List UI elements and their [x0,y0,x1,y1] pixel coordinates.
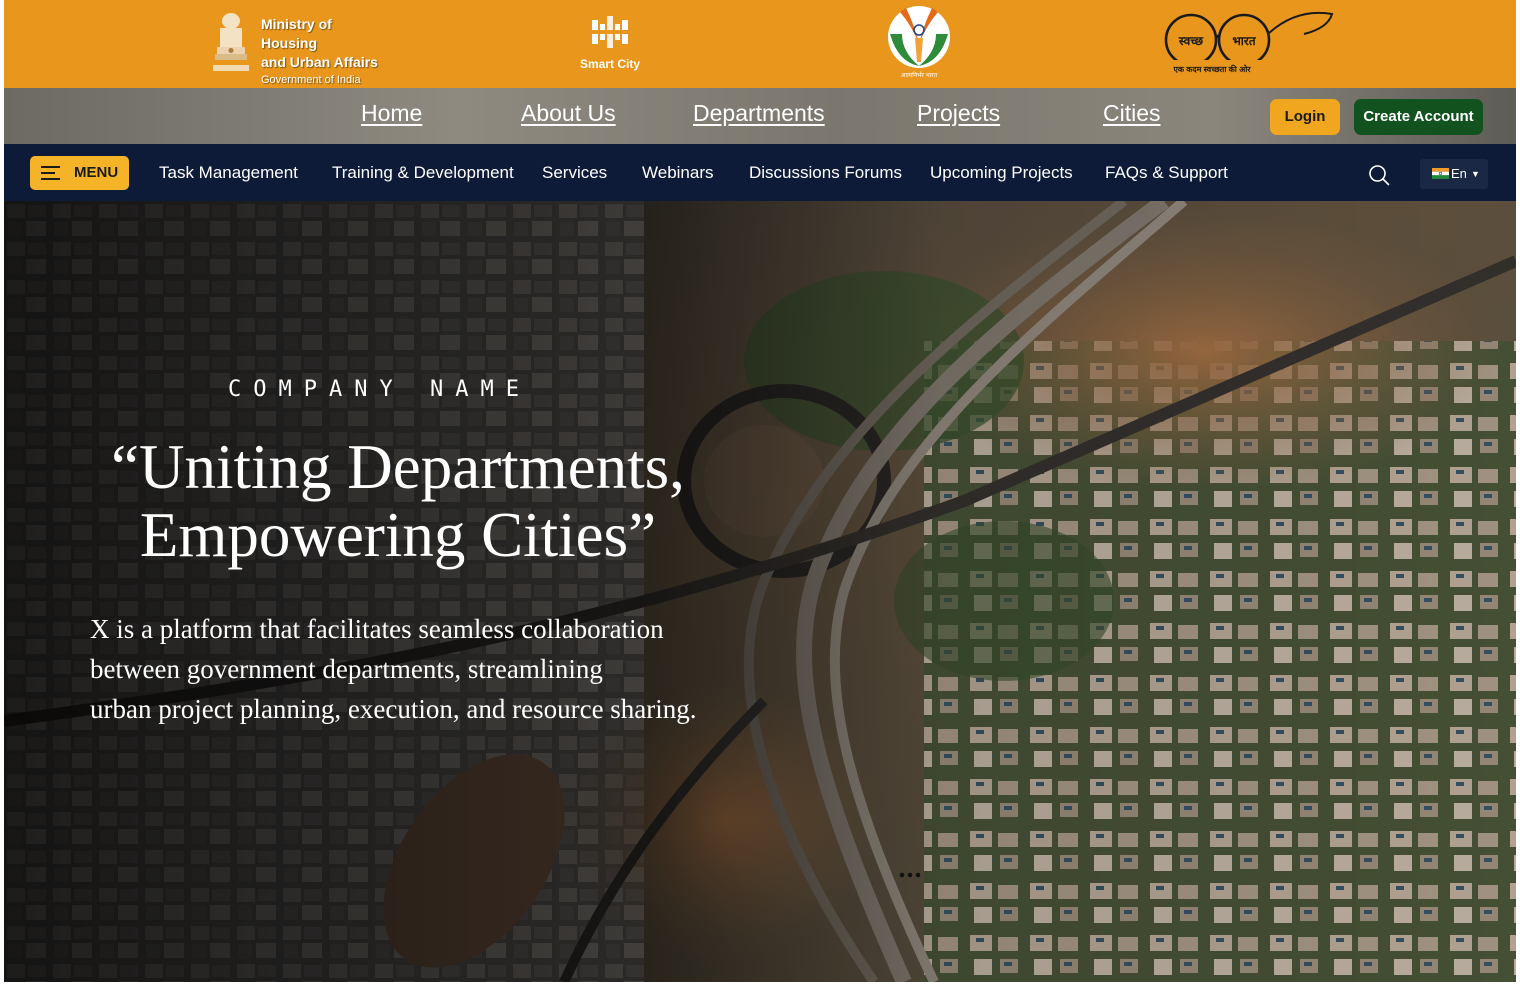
aatmanirbhar-caption: आत्मनिर्भर भारत [900,73,938,79]
swachh-glasses-icon: स्वच्छ भारत [1164,11,1334,60]
main-nav: Home About Us Departments Projects Citie… [4,88,1516,144]
government-label: Government of India [261,74,361,86]
swachh-word-1: स्वच्छ [1178,34,1204,48]
description-line-2: between government departments, streamli… [90,654,603,684]
sub-nav-upcoming-projects[interactable]: Upcoming Projects [930,144,1073,202]
menu-label: MENU [74,164,119,181]
sub-nav-webinars[interactable]: Webinars [642,144,714,202]
smart-city-icon [592,16,628,48]
smart-city-logo[interactable]: Smart City [570,0,650,88]
logo-band: Ministry of Housing and Urban Affairs Go… [4,0,1516,88]
sub-nav-faqs-support[interactable]: FAQs & Support [1105,144,1228,202]
language-selector[interactable]: En ▼ [1420,159,1488,189]
hero-headline: “Uniting Departments, Empowering Cities” [88,433,708,569]
headline-line-2: Empowering Cities” [139,500,657,570]
hero-banner: COMPANY NAME “Uniting Departments, Empow… [4,201,1516,982]
ministry-line-2: and Urban Affairs [261,54,378,70]
india-flag-icon [1432,168,1449,179]
nav-cities[interactable]: Cities [1103,100,1161,127]
aatmanirbhar-logo[interactable]: आत्मनिर्भर भारत [884,0,954,88]
company-name: COMPANY NAME [228,377,531,402]
language-label: En [1451,166,1467,181]
swachh-caption: एक कदम स्वच्छता की ओर [1173,65,1251,74]
hero-aerial-image [4,201,1516,982]
login-button[interactable]: Login [1270,99,1340,135]
hero-description: X is a platform that facilitates seamles… [90,609,730,729]
menu-button[interactable]: MENU [30,156,129,190]
ministry-name: Ministry of Housing and Urban Affairs Go… [261,15,391,89]
nav-about-us[interactable]: About Us [521,100,616,127]
more-dots-icon[interactable] [898,871,922,879]
ministry-line-1: Ministry of Housing [261,16,332,51]
sub-nav-discussion-forums[interactable]: Discussions Forums [749,144,902,202]
national-emblem-icon [213,13,249,71]
hamburger-icon [41,166,60,180]
chevron-down-icon: ▼ [1471,169,1480,179]
sub-nav-task-management[interactable]: Task Management [159,144,298,202]
swachh-word-2: भारत [1232,34,1256,48]
aatmanirbhar-icon [888,6,950,68]
description-line-1: X is a platform that facilitates seamles… [90,614,664,644]
page: Ministry of Housing and Urban Affairs Go… [4,0,1516,982]
description-line-3: urban project planning, execution, and r… [90,694,697,724]
nav-departments[interactable]: Departments [693,100,825,127]
headline-line-1: “Uniting Departments, [111,432,685,502]
swachh-bharat-logo[interactable]: स्वच्छ भारत एक कदम स्वच्छता की ओर [1156,0,1336,88]
smart-city-label: Smart City [579,57,641,71]
nav-home[interactable]: Home [361,100,422,127]
create-account-button[interactable]: Create Account [1354,99,1483,135]
sub-nav-training[interactable]: Training & Development [332,144,514,202]
search-icon[interactable] [1368,164,1390,186]
secondary-nav: MENU Task Management Training & Developm… [4,144,1516,201]
nav-projects[interactable]: Projects [917,100,1000,127]
sub-nav-services[interactable]: Services [542,144,607,202]
ministry-logo[interactable]: Ministry of Housing and Urban Affairs Go… [211,0,391,88]
